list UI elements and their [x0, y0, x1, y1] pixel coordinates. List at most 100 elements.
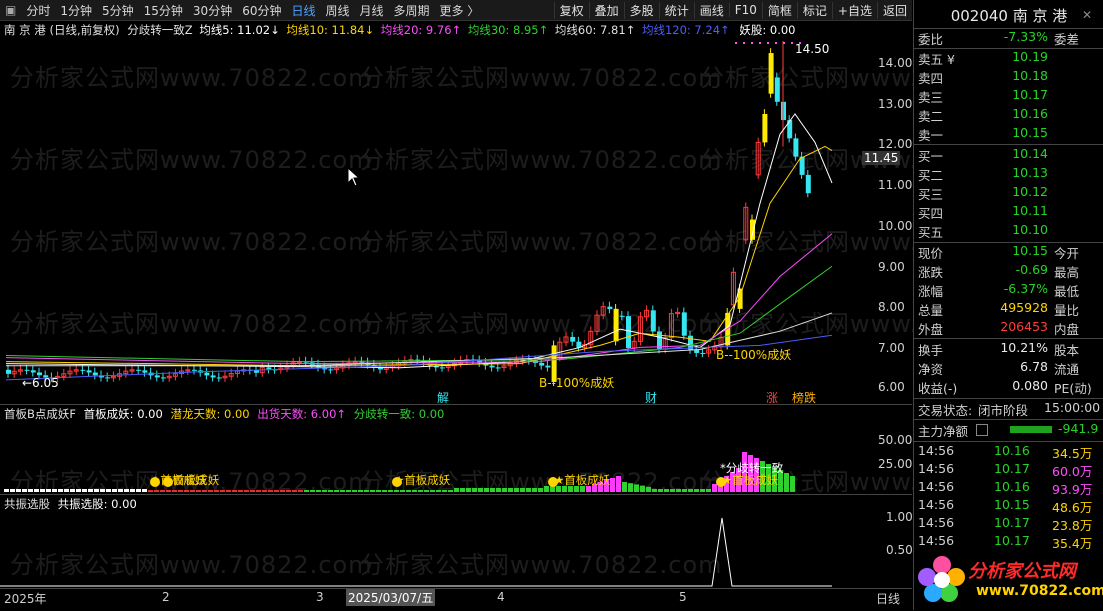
sub1-bar — [484, 488, 489, 492]
stat-row-label2: 量比 — [1054, 303, 1080, 318]
price-tick: 12.00 — [878, 137, 913, 151]
stat-row-label: 涨幅 — [918, 284, 944, 299]
sub2-chart[interactable] — [0, 510, 912, 588]
ma120-label: 均线120: 7.24↑ — [641, 23, 730, 37]
tab-30min[interactable]: 30分钟 — [188, 2, 237, 19]
multi-stock-button[interactable]: 多股 — [623, 1, 659, 19]
sub1-bar — [352, 490, 357, 492]
sub1-bar — [250, 490, 255, 492]
sub1-axis-tick: 25.00 — [878, 457, 913, 471]
candle-body — [204, 372, 210, 376]
draw-line-button[interactable]: 画线 — [693, 1, 729, 19]
tab-1min[interactable]: 1分钟 — [55, 2, 97, 19]
sub1-bar — [178, 490, 183, 492]
bid-row-label: 买二 — [918, 168, 944, 183]
price-tick: 8.00 — [878, 300, 905, 314]
list-icon[interactable] — [976, 424, 988, 436]
ma20-label: 均线20: 9.76↑ — [380, 23, 462, 37]
stats-button[interactable]: 统计 — [658, 1, 694, 19]
panel-divider — [0, 494, 912, 495]
close-icon[interactable]: ✕ — [1082, 8, 1092, 22]
tick-price: 10.15 — [994, 497, 1030, 512]
price-tick: 10.00 — [878, 219, 913, 233]
sub1-bar — [700, 489, 705, 492]
ask-row-label: 卖五 ¥ — [918, 52, 955, 67]
tab-fenshi[interactable]: 分时 — [21, 2, 55, 19]
tick-time: 14:56 — [918, 533, 955, 548]
sub1-bar — [208, 490, 213, 492]
yao-dot — [743, 42, 745, 44]
tab-monthly[interactable]: 月线 — [355, 2, 389, 19]
tab-15min[interactable]: 15分钟 — [139, 2, 188, 19]
tab-5min[interactable]: 5分钟 — [97, 2, 139, 19]
fuquan-button[interactable]: 复权 — [553, 1, 589, 19]
sub1-bar — [28, 489, 33, 492]
stat-row: 现价 10.15 今开 — [918, 243, 1102, 262]
tick-price: 10.17 — [994, 533, 1030, 548]
sub1-bar — [544, 486, 549, 492]
overlay-button[interactable]: 叠加 — [588, 1, 624, 19]
yao-dot — [775, 42, 777, 44]
tick-volume: 60.0万 — [1052, 464, 1093, 479]
sub1-bar — [148, 490, 153, 492]
ma30-label: 均线30: 8.95↑ — [467, 23, 549, 37]
sub1-indicator-name[interactable]: 首板B点成妖F — [4, 407, 76, 421]
weicha-label: 委差 — [1054, 32, 1080, 47]
sub1-bar — [244, 490, 249, 492]
sub1-bar — [376, 490, 381, 492]
sub1-bar — [136, 489, 141, 492]
tick-time: 14:56 — [918, 479, 955, 494]
candle-body — [105, 377, 111, 379]
sub1-value-d: 分歧转一致: 0.00 — [353, 407, 445, 421]
candle-body — [539, 362, 545, 366]
sub1-bar — [82, 489, 87, 492]
yao-dot — [751, 42, 753, 44]
sub1-bar — [196, 490, 201, 492]
date-tick: 2025年 — [4, 592, 47, 606]
tab-weekly[interactable]: 周线 — [321, 2, 355, 19]
tick-row: 14:56 10.16 93.9万 — [914, 479, 1103, 497]
stat-row: 收益(-) 0.080 PE(动) — [918, 378, 1102, 397]
mouse-cursor-icon — [347, 167, 361, 187]
brand-logo: 分析家公式网 www.70822.com — [914, 549, 1103, 610]
tab-more[interactable]: 更多 〉 — [435, 2, 485, 19]
stat-row-value: 6.78 — [1020, 359, 1048, 374]
candle-body — [545, 365, 551, 368]
candle-body — [440, 367, 445, 369]
back-button[interactable]: 返回 — [876, 1, 912, 19]
bid-row-value: 10.13 — [1012, 165, 1048, 180]
tick-time: 14:56 — [918, 443, 955, 458]
f10-button[interactable]: F10 — [728, 3, 762, 17]
sub1-bar — [388, 490, 393, 492]
tab-60min[interactable]: 60分钟 — [237, 2, 286, 19]
date-tick: 3 — [316, 590, 324, 604]
mark-button[interactable]: 标记 — [796, 1, 832, 19]
stat-row-label2: 今开 — [1054, 246, 1080, 261]
pct-annotation: B--100%成妖 — [716, 348, 792, 362]
tab-multi-period[interactable]: 多周期 — [389, 2, 435, 19]
sub1-bar — [40, 489, 45, 492]
sub1-bar — [442, 490, 447, 492]
add-watchlist-button[interactable]: +自选 — [831, 1, 877, 19]
candle-body — [216, 377, 222, 379]
sub1-bar — [346, 490, 351, 492]
logo-url: www.70822.com — [976, 583, 1103, 599]
tab-daily[interactable]: 日线 — [286, 2, 320, 19]
sub1-bar — [214, 490, 219, 492]
simple-frame-button[interactable]: 简框 — [761, 1, 797, 19]
sub2-indicator-name[interactable]: 共振选股 — [4, 497, 50, 511]
sub1-bar — [340, 490, 345, 492]
menu-icon[interactable]: ▣ — [0, 3, 21, 17]
tick-row: 14:56 10.16 34.5万 — [914, 443, 1103, 461]
sub1-bar — [256, 490, 261, 492]
candle-body — [681, 312, 687, 336]
sub1-bar — [508, 488, 513, 492]
tick-time: 14:56 — [918, 461, 955, 476]
stat-row-value: 10.21% — [1000, 340, 1048, 355]
indicator-name[interactable]: 分歧转一致Z — [127, 23, 192, 37]
tick-volume: 23.8万 — [1052, 518, 1093, 533]
sub1-bar — [490, 488, 495, 492]
candle-body — [762, 113, 768, 143]
sub1-bar — [406, 490, 411, 492]
sub1-bar — [280, 490, 285, 492]
